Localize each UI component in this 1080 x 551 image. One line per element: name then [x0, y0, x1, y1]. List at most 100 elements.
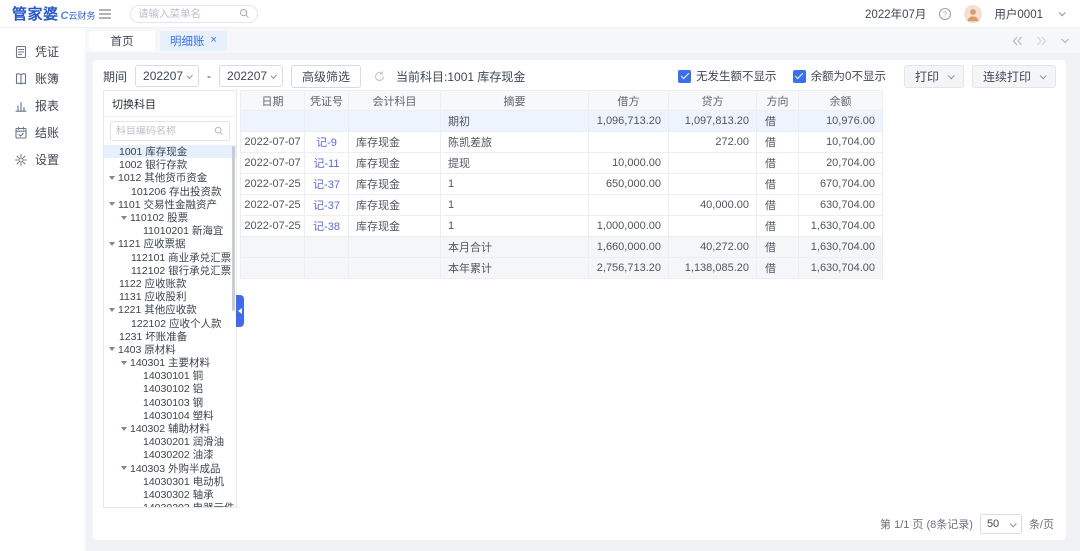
- subject-tree-item[interactable]: 14030202 油漆: [104, 448, 236, 461]
- continuous-print-button[interactable]: 连续打印: [972, 65, 1056, 88]
- tree-expander-icon[interactable]: [109, 308, 115, 312]
- subject-tree-item[interactable]: 1231 坏账准备: [104, 330, 236, 343]
- subject-tree-item[interactable]: 1403 原材料: [104, 343, 236, 356]
- sidebar-item[interactable]: 报表: [0, 92, 85, 119]
- voucher-link[interactable]: 记-37: [313, 200, 340, 212]
- tab-menu-chevron-icon[interactable]: [1060, 37, 1070, 45]
- current-subject-label: 当前科目:1001 库存现金: [396, 68, 525, 85]
- cell-dir: 借: [757, 132, 799, 153]
- sidebar-item[interactable]: 设置: [0, 146, 85, 173]
- table-row[interactable]: 2022-07-25记-37库存现金1650,000.00借670,704.00: [241, 174, 1056, 195]
- table-row[interactable]: 2022-07-25记-38库存现金11,000,000.00借1,630,70…: [241, 216, 1056, 237]
- cell-date: 2022-07-25: [241, 195, 305, 216]
- subject-tree-item[interactable]: 140303 外购半成品: [104, 462, 236, 475]
- period-from-select[interactable]: 202207: [135, 65, 199, 87]
- subject-tree-item[interactable]: 1012 其他货币资金: [104, 171, 236, 184]
- tree-scrollbar[interactable]: [232, 146, 235, 311]
- sidebar-item[interactable]: 账簿: [0, 65, 85, 92]
- menu-search-input[interactable]: [138, 8, 239, 20]
- cell-filler: [883, 195, 1056, 216]
- checkbox-zero-balance[interactable]: 余额为0不显示: [793, 68, 886, 84]
- cell-filler: [883, 132, 1056, 153]
- tree-expander-icon[interactable]: [121, 361, 127, 365]
- voucher-link[interactable]: 记-11: [313, 158, 339, 170]
- subject-tree-item[interactable]: 14030301 电动机: [104, 475, 236, 488]
- period-to-select[interactable]: 202207: [219, 65, 283, 87]
- table-row[interactable]: 本月合计1,660,000.0040,272.00借1,630,704.00: [241, 237, 1056, 258]
- subject-tree-item[interactable]: 1001 库存现金: [104, 145, 236, 158]
- subject-tree-item[interactable]: 14030302 轴承: [104, 488, 236, 501]
- cell-balance: 670,704.00: [799, 174, 883, 195]
- voucher-link[interactable]: 记-38: [313, 221, 340, 233]
- user-menu-chevron-icon[interactable]: [1059, 9, 1066, 16]
- username[interactable]: 用户0001: [994, 6, 1043, 22]
- subject-tree-item[interactable]: 14030104 塑料: [104, 409, 236, 422]
- tree-expander-icon[interactable]: [109, 242, 115, 246]
- collapse-subject-panel-handle[interactable]: [236, 295, 244, 327]
- table-row[interactable]: 2022-07-25记-37库存现金140,000.00借630,704.00: [241, 195, 1056, 216]
- subject-tree-item[interactable]: 110102 股票: [104, 211, 236, 224]
- subject-tree-item[interactable]: 101206 存出投资款: [104, 185, 236, 198]
- subject-tree-item[interactable]: 140301 主要材料: [104, 356, 236, 369]
- subject-search[interactable]: [110, 121, 230, 141]
- tree-expander-icon[interactable]: [109, 176, 115, 180]
- cell-debit: 2,756,713.20: [589, 258, 669, 279]
- app-window: 管家婆 C 云财务 2022年07月 ? 用户0001 凭证账簿报表结账设置 首…: [0, 0, 1080, 551]
- subject-tree-item[interactable]: 14030303 电器元件: [104, 501, 236, 507]
- cell-dir: 借: [757, 195, 799, 216]
- subject-tree-item[interactable]: 14030102 铝: [104, 382, 236, 395]
- tab-scroll-right-icon[interactable]: [1036, 36, 1047, 46]
- checkbox-checked-icon: [678, 70, 691, 83]
- cell-summary: 本年累计: [441, 258, 589, 279]
- subject-tree-item[interactable]: 11010201 新海宜: [104, 224, 236, 237]
- subject-tree-item[interactable]: 122102 应收个人款: [104, 316, 236, 329]
- subject-tree-item[interactable]: 14030101 铜: [104, 369, 236, 382]
- table-row[interactable]: 2022-07-07记-9库存现金陈凯差旅272.00借10,704.00: [241, 132, 1056, 153]
- tree-expander-icon[interactable]: [121, 216, 127, 220]
- table-row[interactable]: 2022-07-07记-11库存现金提现10,000.00借20,704.00: [241, 153, 1056, 174]
- tab-item[interactable]: 首页: [89, 31, 155, 51]
- subject-tree-item[interactable]: 1101 交易性金融资产: [104, 198, 236, 211]
- cell-filler: [883, 111, 1056, 132]
- sidebar-item[interactable]: 结账: [0, 119, 85, 146]
- subject-tree-item[interactable]: 1002 银行存款: [104, 158, 236, 171]
- page-size-select[interactable]: 50: [980, 514, 1022, 534]
- page-size-value: 50: [987, 518, 999, 530]
- print-button[interactable]: 打印: [904, 65, 964, 88]
- subject-tree-item[interactable]: 1131 应收股利: [104, 290, 236, 303]
- subject-tree-item[interactable]: 140302 辅助材料: [104, 422, 236, 435]
- refresh-icon[interactable]: [373, 70, 386, 83]
- voucher-link[interactable]: 记-37: [313, 179, 340, 191]
- subject-tree-item[interactable]: 1122 应收账款: [104, 277, 236, 290]
- voucher-link[interactable]: 记-9: [316, 137, 337, 149]
- tree-expander-icon[interactable]: [109, 202, 115, 206]
- cell-credit: 272.00: [669, 132, 757, 153]
- search-icon: [239, 8, 250, 19]
- subject-tree-item[interactable]: 1121 应收票据: [104, 237, 236, 250]
- tree-expander-icon[interactable]: [121, 466, 127, 470]
- menu-search[interactable]: [130, 5, 258, 23]
- checkbox-no-activity[interactable]: 无发生额不显示: [678, 68, 777, 84]
- tab-item[interactable]: 明细账×: [160, 31, 227, 51]
- sidebar-item-label: 凭证: [35, 43, 59, 60]
- tab-scroll-left-icon[interactable]: [1012, 36, 1023, 46]
- subject-tree-item[interactable]: 1221 其他应收款: [104, 303, 236, 316]
- advanced-filter-button[interactable]: 高级筛选: [291, 65, 361, 88]
- tree-expander-icon[interactable]: [109, 347, 115, 351]
- table-row[interactable]: 期初1,096,713.201,097,813.20借10,976.00: [241, 111, 1056, 132]
- sidebar-item[interactable]: 凭证: [0, 38, 85, 65]
- tab-close-icon[interactable]: ×: [211, 35, 217, 46]
- current-period[interactable]: 2022年07月: [865, 6, 926, 22]
- subject-search-input[interactable]: [116, 126, 214, 137]
- subject-panel-title: 切换科目: [104, 91, 236, 117]
- table-row[interactable]: 本年累计2,756,713.201,138,085.20借1,630,704.0…: [241, 258, 1056, 279]
- header-right: 2022年07月 ? 用户0001: [865, 5, 1080, 23]
- help-icon[interactable]: ?: [938, 7, 952, 21]
- subject-tree-item[interactable]: 112102 银行承兑汇票: [104, 264, 236, 277]
- avatar[interactable]: [964, 5, 982, 23]
- menu-collapse-icon[interactable]: [98, 8, 112, 20]
- tree-expander-icon[interactable]: [121, 427, 127, 431]
- subject-tree-item[interactable]: 112101 商业承兑汇票: [104, 251, 236, 264]
- subject-tree-item[interactable]: 14030201 润滑油: [104, 435, 236, 448]
- subject-tree-item[interactable]: 14030103 钢: [104, 396, 236, 409]
